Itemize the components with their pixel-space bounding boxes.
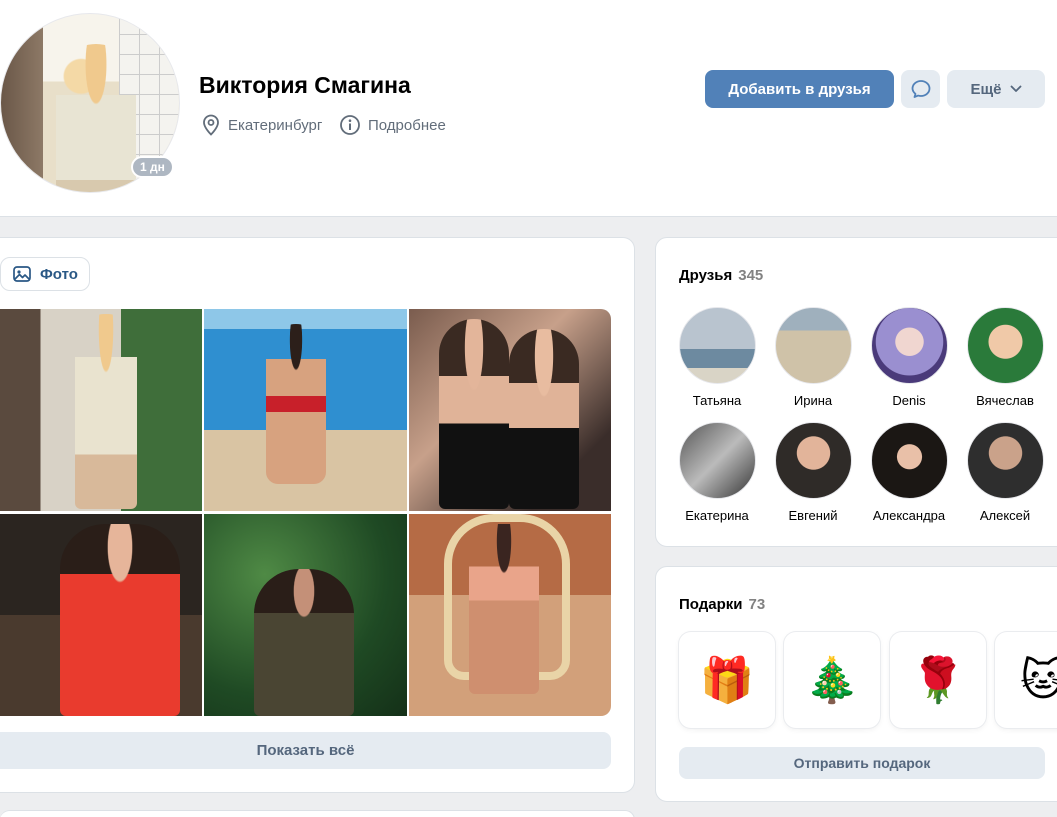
gifts-count: 73 [748, 596, 766, 613]
photo-grid [0, 309, 611, 716]
friend-item[interactable]: Александра [861, 422, 957, 523]
gift-tree-icon[interactable]: 🎄 [784, 632, 880, 728]
friends-title: Друзья [679, 267, 733, 284]
friend-item[interactable]: Вячеслав [957, 307, 1053, 408]
friend-avatar[interactable] [774, 422, 852, 499]
friend-name[interactable]: Denis [861, 393, 957, 408]
show-all-photos-button[interactable]: Показать всё [0, 732, 611, 769]
tab-photos[interactable]: Фото [0, 257, 90, 291]
photo-thumbnail[interactable] [204, 514, 407, 716]
chevron-down-icon [1010, 85, 1021, 92]
message-icon [911, 80, 930, 98]
friends-header[interactable]: Друзья 345 [679, 267, 763, 284]
photo-thumbnail[interactable] [409, 309, 611, 511]
gifts-card: Подарки 73 🎁 🎄 🌹 🐱 Отправить подарок [655, 566, 1057, 802]
gifts-header[interactable]: Подарки 73 [679, 596, 765, 613]
friend-avatar[interactable] [966, 307, 1044, 384]
friends-count: 345 [738, 267, 764, 284]
friend-item[interactable]: Екатерина [669, 422, 765, 523]
profile-header: 1 дн Виктория Смагина Екатеринбург Подро… [0, 0, 1057, 217]
image-icon [13, 266, 31, 282]
friend-item[interactable]: Евгений [765, 422, 861, 523]
photo-thumbnail[interactable] [409, 514, 611, 716]
avatar-background [1, 14, 43, 192]
friend-name[interactable]: Александра [861, 508, 957, 523]
location-icon [203, 114, 219, 136]
friend-item[interactable]: Алексей [957, 422, 1053, 523]
friend-avatar[interactable] [966, 422, 1044, 499]
friend-avatar[interactable] [678, 307, 756, 384]
gift-flowers-icon[interactable]: 🌹 [890, 632, 986, 728]
send-gift-button[interactable]: Отправить подарок [679, 747, 1045, 779]
photo-thumbnail[interactable] [204, 309, 407, 511]
message-button[interactable] [901, 70, 940, 108]
friend-name[interactable]: Екатерина [669, 508, 765, 523]
profile-details-link[interactable]: Подробнее [339, 114, 446, 136]
friend-item[interactable]: Ирина [765, 307, 861, 408]
gift-cat-icon[interactable]: 🐱 [995, 632, 1057, 728]
friend-name[interactable]: Татьяна [669, 393, 765, 408]
avatar-figure [56, 44, 136, 192]
friend-avatar[interactable] [870, 422, 948, 499]
last-seen-badge: 1 дн [131, 156, 174, 178]
add-friend-button[interactable]: Добавить в друзья [705, 70, 894, 108]
friend-item[interactable]: Татьяна [669, 307, 765, 408]
info-icon [340, 115, 360, 135]
more-label: Ещё [970, 80, 1002, 98]
profile-city[interactable]: Екатеринбург [201, 114, 322, 136]
friend-item[interactable]: Denis [861, 307, 957, 408]
photo-thumbnail[interactable] [0, 514, 202, 716]
details-label: Подробнее [368, 116, 446, 134]
friend-avatar[interactable] [774, 307, 852, 384]
friend-avatar[interactable] [870, 307, 948, 384]
friend-name[interactable]: Вячеслав [957, 393, 1053, 408]
friend-name[interactable]: Ирина [765, 393, 861, 408]
next-card [0, 810, 635, 817]
gift-box-icon[interactable]: 🎁 [679, 632, 775, 728]
profile-name: Виктория Смагина [199, 72, 411, 98]
friend-avatar[interactable] [678, 422, 756, 499]
city-label: Екатеринбург [228, 116, 323, 134]
tab-photos-label: Фото [40, 265, 78, 283]
more-button[interactable]: Ещё [947, 70, 1045, 108]
friend-name[interactable]: Евгений [765, 508, 861, 523]
friend-name[interactable]: Алексей [957, 508, 1053, 523]
friends-card: Друзья 345 Татьяна Ирина Denis Вячеслав Е… [655, 237, 1057, 547]
photo-thumbnail[interactable] [0, 309, 202, 511]
gifts-title: Подарки [679, 596, 743, 613]
photos-card: Фото Показать всё [0, 237, 635, 793]
